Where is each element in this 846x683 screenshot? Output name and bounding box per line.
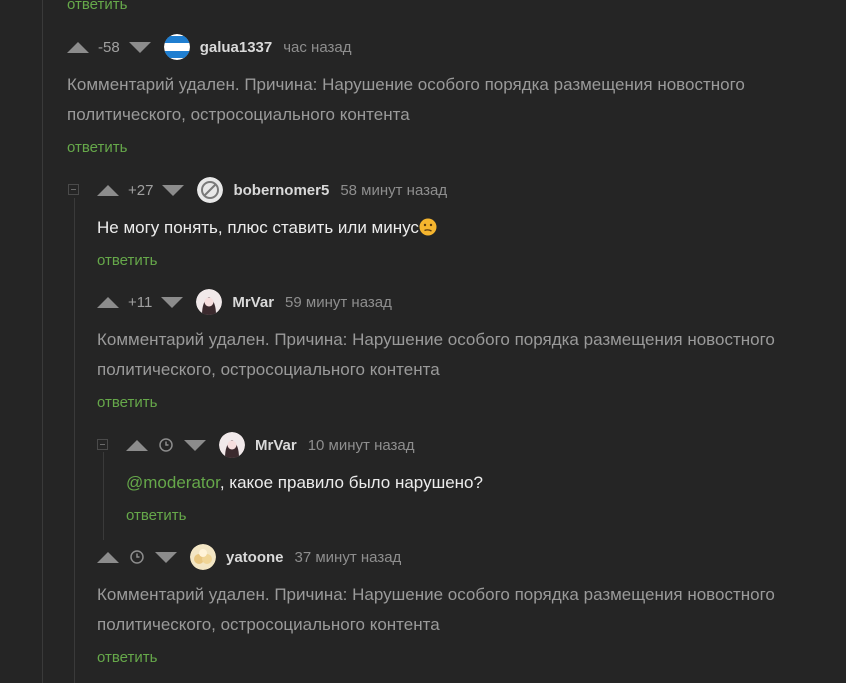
- comment-header: MrVar 10 минут назад: [126, 432, 415, 458]
- downvote-arrow-icon[interactable]: [162, 184, 185, 196]
- comment-text: Комментарий удален. Причина: Нарушение о…: [67, 70, 745, 130]
- comment-text-line: политического, остросоциального контента: [97, 615, 440, 634]
- comment-text-content: , какое правило было нарушено?: [219, 473, 483, 492]
- downvote-arrow-icon[interactable]: [155, 551, 177, 563]
- comment-text: Комментарий удален. Причина: Нарушение о…: [97, 580, 775, 640]
- reply-link[interactable]: ответить: [67, 0, 127, 13]
- reply-link[interactable]: ответить: [97, 394, 157, 411]
- clock-icon: [159, 438, 173, 452]
- comment-text-line: политического, остросоциального контента: [97, 360, 440, 379]
- comment-time[interactable]: 10 минут назад: [308, 437, 415, 454]
- comment-rating: +11: [128, 293, 153, 311]
- avatar[interactable]: [197, 177, 224, 203]
- user-mention-link[interactable]: @moderator: [126, 473, 220, 492]
- username[interactable]: bobernomer5: [233, 182, 329, 199]
- reply-link[interactable]: ответить: [97, 252, 157, 269]
- confused-face-emoji-icon: [419, 216, 437, 236]
- comment-header: yatoone 37 минут назад: [97, 544, 401, 570]
- comment-text-content: Не могу понять, плюс ставить или минус: [97, 218, 419, 237]
- upvote-arrow-icon[interactable]: [126, 439, 148, 451]
- username[interactable]: MrVar: [232, 294, 274, 311]
- thread-line[interactable]: [103, 452, 104, 540]
- comment-text: Комментарий удален. Причина: Нарушение о…: [97, 325, 775, 385]
- avatar[interactable]: [190, 544, 216, 570]
- username[interactable]: MrVar: [255, 437, 297, 454]
- comment-text-line: Комментарий удален. Причина: Нарушение о…: [97, 330, 775, 349]
- comment-time[interactable]: 59 минут назад: [285, 294, 392, 311]
- comment-time[interactable]: 58 минут назад: [340, 182, 447, 199]
- comment-text-line: Комментарий удален. Причина: Нарушение о…: [97, 585, 775, 604]
- clock-icon: [130, 550, 144, 564]
- reply-link[interactable]: ответить: [67, 139, 127, 156]
- comment-header: +27 bobernomer5 58 минут назад: [97, 177, 447, 203]
- comment-text-line: Комментарий удален. Причина: Нарушение о…: [67, 75, 745, 94]
- avatar[interactable]: [163, 34, 190, 60]
- comment-text: @moderator, какое правило было нарушено?: [126, 468, 483, 498]
- avatar[interactable]: [219, 432, 245, 458]
- downvote-arrow-icon[interactable]: [161, 296, 184, 308]
- collapse-thread-button[interactable]: [68, 184, 79, 195]
- avatar[interactable]: [196, 289, 223, 315]
- comment-text: Не могу понять, плюс ставить или минус: [97, 213, 437, 243]
- reply-link[interactable]: ответить: [126, 507, 186, 524]
- comment-header: +11 MrVar 59 минут назад: [97, 289, 392, 315]
- thread-line[interactable]: [74, 198, 75, 683]
- upvote-arrow-icon[interactable]: [97, 184, 119, 196]
- collapse-thread-button[interactable]: [97, 439, 108, 450]
- downvote-arrow-icon[interactable]: [128, 41, 151, 53]
- upvote-arrow-icon[interactable]: [97, 296, 119, 308]
- reply-link[interactable]: ответить: [97, 649, 157, 666]
- upvote-arrow-icon[interactable]: [67, 41, 89, 53]
- comment-rating: -58: [98, 38, 120, 56]
- comment-time[interactable]: 37 минут назад: [295, 549, 402, 566]
- comment-rating: +27: [128, 181, 154, 199]
- upvote-arrow-icon[interactable]: [97, 551, 119, 563]
- username[interactable]: yatoone: [226, 549, 284, 566]
- downvote-arrow-icon[interactable]: [184, 439, 206, 451]
- comment-text-line: политического, остросоциального контента: [67, 105, 410, 124]
- username[interactable]: galua1337: [200, 39, 273, 56]
- comment-time[interactable]: час назад: [283, 39, 351, 56]
- thread-line[interactable]: [42, 0, 43, 683]
- comment-header: -58 galua1337 час назад: [67, 34, 352, 60]
